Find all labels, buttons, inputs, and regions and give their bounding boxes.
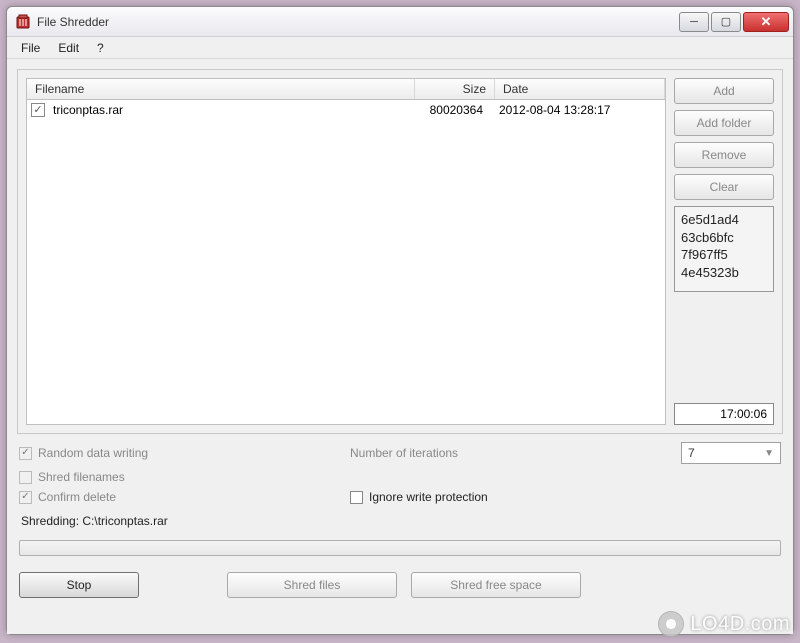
col-filename[interactable]: Filename xyxy=(27,79,415,99)
minimize-icon: ─ xyxy=(690,16,698,28)
row-date: 2012-08-04 13:28:17 xyxy=(491,103,661,117)
shred-filenames-checkbox[interactable] xyxy=(19,471,32,484)
remove-button[interactable]: Remove xyxy=(674,142,774,168)
chevron-down-icon: ▼ xyxy=(764,448,774,459)
close-icon: ✕ xyxy=(761,14,772,30)
confirm-delete-label: Confirm delete xyxy=(38,490,116,504)
hash-line: 7f967ff5 xyxy=(681,246,767,264)
iterations-value: 7 xyxy=(688,446,695,460)
hash-line: 4e45323b xyxy=(681,264,767,282)
shred-free-space-button[interactable]: Shred free space xyxy=(411,572,581,598)
maximize-icon: ▢ xyxy=(721,15,731,28)
window-title: File Shredder xyxy=(37,15,679,29)
confirm-delete-checkbox[interactable] xyxy=(19,491,32,504)
watermark-text: LO4D.com xyxy=(690,613,790,636)
shred-files-button[interactable]: Shred files xyxy=(227,572,397,598)
file-list-frame: Filename Size Date triconptas.rar 800203… xyxy=(17,69,783,434)
col-size[interactable]: Size xyxy=(415,79,495,99)
table-row[interactable]: triconptas.rar 80020364 2012-08-04 13:28… xyxy=(27,100,665,120)
disc-icon xyxy=(658,611,684,637)
shred-filenames-label: Shred filenames xyxy=(38,470,125,484)
col-date[interactable]: Date xyxy=(495,79,665,99)
minimize-button[interactable]: ─ xyxy=(679,12,709,32)
hash-box: 6e5d1ad4 63cb6bfc 7f967ff5 4e45323b xyxy=(674,206,774,292)
menu-help[interactable]: ? xyxy=(89,39,112,57)
iterations-select[interactable]: 7 ▼ xyxy=(681,442,781,464)
timer-value: 17:00:06 xyxy=(720,407,767,421)
options-grid: Random data writing Number of iterations… xyxy=(17,442,783,504)
row-filename: triconptas.rar xyxy=(51,103,411,117)
hash-line: 6e5d1ad4 xyxy=(681,211,767,229)
app-icon xyxy=(15,14,31,30)
random-data-checkbox[interactable] xyxy=(19,447,32,460)
hash-line: 63cb6bfc xyxy=(681,229,767,247)
menubar: File Edit ? xyxy=(7,37,793,59)
watermark: LO4D.com xyxy=(658,611,790,637)
random-data-label: Random data writing xyxy=(38,446,148,460)
ignore-write-protection-label: Ignore write protection xyxy=(369,490,488,504)
timer-box: 17:00:06 xyxy=(674,403,774,425)
menu-file[interactable]: File xyxy=(13,39,48,57)
row-size: 80020364 xyxy=(411,103,491,117)
row-checkbox[interactable] xyxy=(31,103,45,117)
app-window: File Shredder ─ ▢ ✕ File Edit ? Filename… xyxy=(6,6,794,635)
progress-bar xyxy=(19,540,781,556)
list-header: Filename Size Date xyxy=(26,78,666,100)
bottom-buttons: Stop Shred files Shred free space xyxy=(17,570,783,602)
maximize-button[interactable]: ▢ xyxy=(711,12,741,32)
add-button[interactable]: Add xyxy=(674,78,774,104)
close-button[interactable]: ✕ xyxy=(743,12,789,32)
menu-edit[interactable]: Edit xyxy=(50,39,87,57)
clear-button[interactable]: Clear xyxy=(674,174,774,200)
iterations-label: Number of iterations xyxy=(350,446,458,460)
list-body[interactable]: triconptas.rar 80020364 2012-08-04 13:28… xyxy=(26,100,666,425)
status-line: Shredding: C:\triconptas.rar xyxy=(17,512,783,530)
side-buttons: Add Add folder Remove Clear 6e5d1ad4 63c… xyxy=(674,78,774,425)
stop-button[interactable]: Stop xyxy=(19,572,139,598)
client-area: Filename Size Date triconptas.rar 800203… xyxy=(7,59,793,634)
add-folder-button[interactable]: Add folder xyxy=(674,110,774,136)
titlebar[interactable]: File Shredder ─ ▢ ✕ xyxy=(7,7,793,37)
ignore-write-protection-checkbox[interactable] xyxy=(350,491,363,504)
